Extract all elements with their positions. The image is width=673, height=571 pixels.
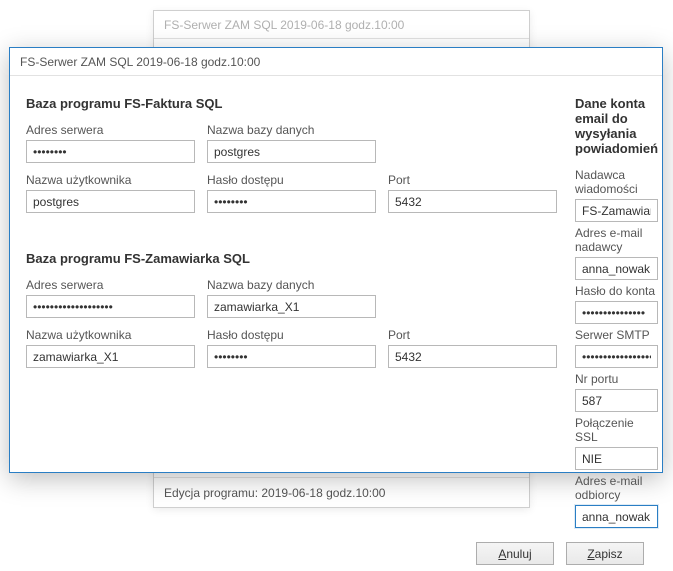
input-faktura-port[interactable] (388, 190, 557, 213)
label-zam-db: Nazwa bazy danych (207, 278, 376, 292)
dialog-title: FS-Serwer ZAM SQL 2019-06-18 godz.10:00 (10, 48, 662, 76)
label-faktura-pass: Hasło dostępu (207, 173, 376, 187)
label-zam-pass: Hasło dostępu (207, 328, 376, 342)
input-zam-pass[interactable] (207, 345, 376, 368)
label-zam-user: Nazwa użytkownika (26, 328, 195, 342)
label-faktura-port: Port (388, 173, 557, 187)
input-faktura-db[interactable] (207, 140, 376, 163)
input-zam-user[interactable] (26, 345, 195, 368)
save-button[interactable]: Zapisz (566, 542, 644, 565)
dialog-button-bar: Anuluj Zapisz (10, 542, 662, 571)
section-title-faktura: Baza programu FS-Faktura SQL (26, 96, 557, 111)
input-zam-port[interactable] (388, 345, 557, 368)
label-faktura-db: Nazwa bazy danych (207, 123, 376, 137)
right-column: Dane konta email do wysyłania powiadomie… (575, 96, 658, 532)
section-title-email: Dane konta email do wysyłania powiadomie… (575, 96, 658, 156)
input-zam-server[interactable] (26, 295, 195, 318)
left-column: Baza programu FS-Faktura SQL Adres serwe… (26, 96, 557, 532)
dialog-window: FS-Serwer ZAM SQL 2019-06-18 godz.10:00 … (9, 47, 663, 473)
label-zam-server: Adres serwera (26, 278, 195, 292)
label-faktura-user: Nazwa użytkownika (26, 173, 195, 187)
label-sender-name: Nadawca wiadomości (575, 168, 658, 196)
cancel-button[interactable]: Anuluj (476, 542, 554, 565)
input-zam-db[interactable] (207, 295, 376, 318)
label-ssl: Połączenie SSL (575, 416, 658, 444)
input-sender-email[interactable] (575, 257, 658, 280)
input-faktura-user[interactable] (26, 190, 195, 213)
background-window-title: FS-Serwer ZAM SQL 2019-06-18 godz.10:00 (154, 11, 529, 39)
input-ssl[interactable] (575, 447, 658, 470)
label-sender-email: Adres e-mail nadawcy (575, 226, 658, 254)
dialog-content: Baza programu FS-Faktura SQL Adres serwe… (10, 76, 662, 542)
section-title-zamawiarka: Baza programu FS-Zamawiarka SQL (26, 251, 557, 266)
input-faktura-pass[interactable] (207, 190, 376, 213)
label-smtp: Serwer SMTP (575, 328, 658, 342)
input-email-port[interactable] (575, 389, 658, 412)
input-faktura-server[interactable] (26, 140, 195, 163)
input-sender-name[interactable] (575, 199, 658, 222)
label-email-pass: Hasło do konta (575, 284, 658, 298)
label-email-port: Nr portu (575, 372, 658, 386)
label-recipient: Adres e-mail odbiorcy (575, 474, 658, 502)
input-email-pass[interactable] (575, 301, 658, 324)
label-faktura-server: Adres serwera (26, 123, 195, 137)
input-recipient[interactable] (575, 505, 658, 528)
input-smtp[interactable] (575, 345, 658, 368)
label-zam-port: Port (388, 328, 557, 342)
